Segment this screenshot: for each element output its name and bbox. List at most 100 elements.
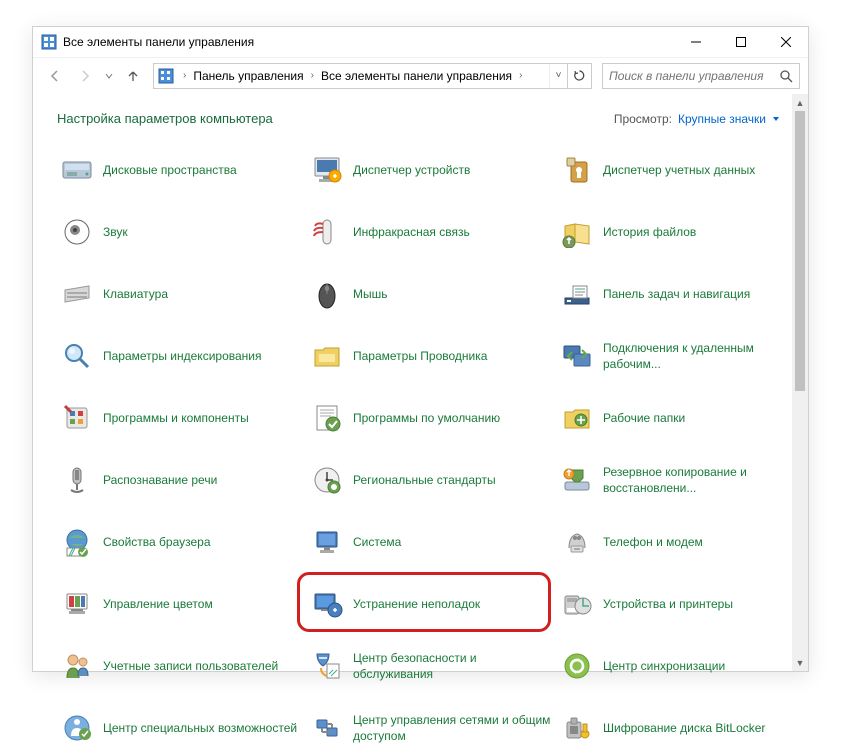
search-box[interactable] xyxy=(602,63,800,89)
control-panel-window: Все элементы панели управления xyxy=(32,26,809,672)
forward-button[interactable] xyxy=(71,62,99,90)
control-panel-item[interactable]: Звук xyxy=(57,210,307,254)
item-label: Резервное копирование и восстановлени... xyxy=(603,464,803,496)
item-label: Клавиатура xyxy=(103,286,168,302)
control-panel-item[interactable]: Региональные стандарты xyxy=(307,458,557,502)
scroll-thumb[interactable] xyxy=(795,111,805,391)
control-panel-item[interactable]: Рабочие папки xyxy=(557,396,807,440)
control-panel-icon xyxy=(41,34,57,50)
control-panel-item[interactable]: Система xyxy=(307,520,557,564)
item-label: Центр безопасности и обслуживания xyxy=(353,650,553,682)
item-label: Панель задач и навигация xyxy=(603,286,750,302)
security-maintenance-icon xyxy=(311,650,343,682)
item-label: Свойства браузера xyxy=(103,534,211,550)
file-history-icon xyxy=(561,216,593,248)
phone-modem-icon xyxy=(561,526,593,558)
minimize-button[interactable] xyxy=(673,27,718,57)
close-button[interactable] xyxy=(763,27,808,57)
control-panel-item[interactable]: Резервное копирование и восстановлени... xyxy=(557,458,807,502)
control-panel-item[interactable]: Мышь xyxy=(307,272,557,316)
bitlocker-icon xyxy=(561,712,593,744)
control-panel-item[interactable]: Центр управления сетями и общим доступом xyxy=(307,706,557,750)
control-panel-item[interactable]: Параметры индексирования xyxy=(57,334,307,378)
control-panel-item[interactable]: Инфракрасная связь xyxy=(307,210,557,254)
speech-icon xyxy=(61,464,93,496)
vertical-scrollbar[interactable]: ▲ ▼ xyxy=(792,94,808,671)
control-panel-item[interactable]: Программы и компоненты xyxy=(57,396,307,440)
refresh-button[interactable] xyxy=(567,64,591,88)
sound-icon xyxy=(61,216,93,248)
search-icon xyxy=(779,69,793,83)
control-panel-item[interactable]: История файлов xyxy=(557,210,807,254)
remote-desktop-icon xyxy=(561,340,593,372)
item-label: Звук xyxy=(103,224,128,240)
items-grid: Дисковые пространства Диспетчер устройст… xyxy=(57,148,808,750)
credential-manager-icon xyxy=(561,154,593,186)
breadcrumb[interactable]: › Панель управления › Все элементы панел… xyxy=(153,63,592,89)
keyboard-icon xyxy=(61,278,93,310)
control-panel-item[interactable]: Распознавание речи xyxy=(57,458,307,502)
control-panel-item[interactable]: Подключения к удаленным рабочим... xyxy=(557,334,807,378)
infrared-icon xyxy=(311,216,343,248)
control-panel-item[interactable]: Шифрование диска BitLocker xyxy=(557,706,807,750)
control-panel-item[interactable]: Панель задач и навигация xyxy=(557,272,807,316)
control-panel-item[interactable]: Клавиатура xyxy=(57,272,307,316)
chevron-right-icon[interactable]: › xyxy=(516,70,525,81)
user-accounts-icon xyxy=(61,650,93,682)
sync-center-icon xyxy=(561,650,593,682)
chevron-right-icon[interactable]: › xyxy=(180,70,189,81)
explorer-options-icon xyxy=(311,340,343,372)
item-label: Устранение неполадок xyxy=(353,596,480,612)
back-button[interactable] xyxy=(41,62,69,90)
control-panel-item[interactable]: Учетные записи пользователей xyxy=(57,644,307,688)
item-label: Центр синхронизации xyxy=(603,658,725,674)
control-panel-item[interactable]: Свойства браузера xyxy=(57,520,307,564)
control-panel-item[interactable]: Устранение неполадок xyxy=(307,582,557,626)
navbar: › Панель управления › Все элементы панел… xyxy=(33,57,808,93)
item-label: Диспетчер устройств xyxy=(353,162,470,178)
item-label: Инфракрасная связь xyxy=(353,224,470,240)
item-label: Программы по умолчанию xyxy=(353,410,500,426)
view-selector[interactable]: Просмотр: Крупные значки xyxy=(614,112,780,126)
scroll-down-button[interactable]: ▼ xyxy=(792,654,808,671)
control-panel-item[interactable]: Дисковые пространства xyxy=(57,148,307,192)
control-panel-item[interactable]: Центр синхронизации xyxy=(557,644,807,688)
chevron-right-icon[interactable]: › xyxy=(308,70,317,81)
control-panel-item[interactable]: Параметры Проводника xyxy=(307,334,557,378)
control-panel-item[interactable]: Центр специальных возможностей xyxy=(57,706,307,750)
up-button[interactable] xyxy=(119,62,147,90)
troubleshooting-icon xyxy=(311,588,343,620)
view-value[interactable]: Крупные значки xyxy=(678,112,766,126)
breadcrumb-dropdown[interactable]: ˅ xyxy=(549,64,567,88)
default-programs-icon xyxy=(311,402,343,434)
scroll-up-button[interactable]: ▲ xyxy=(792,94,808,111)
breadcrumb-control-panel[interactable]: Панель управления xyxy=(189,64,307,88)
control-panel-icon xyxy=(158,68,174,84)
search-input[interactable] xyxy=(609,69,779,83)
control-panel-item[interactable]: Центр безопасности и обслуживания xyxy=(307,644,557,688)
window-buttons xyxy=(673,27,808,57)
item-label: Рабочие папки xyxy=(603,410,685,426)
work-folders-icon xyxy=(561,402,593,434)
color-management-icon xyxy=(61,588,93,620)
control-panel-item[interactable]: Диспетчер устройств xyxy=(307,148,557,192)
system-icon xyxy=(311,526,343,558)
recent-dropdown[interactable] xyxy=(101,62,117,90)
ease-of-access-icon xyxy=(61,712,93,744)
item-label: Распознавание речи xyxy=(103,472,217,488)
item-label: Устройства и принтеры xyxy=(603,596,733,612)
control-panel-item[interactable]: Устройства и принтеры xyxy=(557,582,807,626)
control-panel-item[interactable]: Управление цветом xyxy=(57,582,307,626)
chevron-down-icon xyxy=(772,115,780,123)
control-panel-item[interactable]: Программы по умолчанию xyxy=(307,396,557,440)
item-label: Мышь xyxy=(353,286,388,302)
content-area: Настройка параметров компьютера Просмотр… xyxy=(33,93,808,750)
view-label: Просмотр: xyxy=(614,112,672,126)
devices-printers-icon xyxy=(561,588,593,620)
control-panel-item[interactable]: Диспетчер учетных данных xyxy=(557,148,807,192)
maximize-button[interactable] xyxy=(718,27,763,57)
control-panel-item[interactable]: Телефон и модем xyxy=(557,520,807,564)
item-label: Программы и компоненты xyxy=(103,410,249,426)
breadcrumb-all-items[interactable]: Все элементы панели управления xyxy=(317,64,516,88)
item-label: Учетные записи пользователей xyxy=(103,658,278,674)
